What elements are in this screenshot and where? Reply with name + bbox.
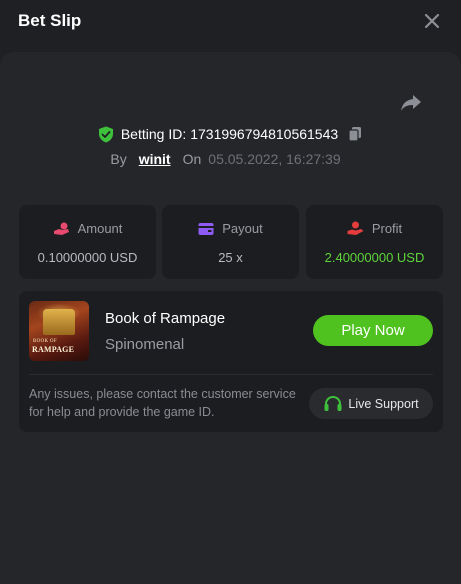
divider (29, 374, 433, 375)
book-image (43, 309, 75, 335)
game-card: BOOK OF RAMPAGE Book of Rampage Spinomen… (19, 291, 443, 432)
username-link[interactable]: winit (139, 151, 171, 167)
by-label: By (110, 151, 127, 167)
copy-button[interactable] (347, 126, 363, 142)
stat-value-profit: 2.40000000 USD (324, 250, 425, 265)
stat-label-amount: Amount (77, 221, 123, 236)
stat-card-profit: Profit 2.40000000 USD (306, 205, 443, 279)
close-button[interactable] (422, 11, 442, 31)
game-provider: Spinomenal (105, 336, 185, 353)
stat-value-amount: 0.10000000 USD (37, 250, 138, 265)
support-message: Any issues, please contact the customer … (29, 387, 296, 419)
wallet-icon (198, 222, 214, 235)
thumbnail-text-big: RAMPAGE (32, 345, 75, 354)
hand-money-icon (347, 221, 364, 235)
betting-id-label: Betting ID: (120, 126, 187, 142)
bet-datetime: 05.05.2022, 16:27:39 (208, 151, 341, 167)
on-label: On (182, 151, 202, 167)
shield-check-icon (98, 126, 113, 142)
stat-card-amount: Amount 0.10000000 USD (19, 205, 156, 279)
bet-meta-row: By winit On 05.05.2022, 16:27:39 (0, 149, 461, 169)
close-icon (424, 13, 440, 29)
stat-value-payout: 25 x (218, 250, 243, 265)
coin-hand-icon (53, 222, 69, 235)
headset-icon (324, 395, 342, 411)
stat-card-payout: Payout 25 x (162, 205, 299, 279)
share-icon (401, 95, 421, 111)
copy-icon (348, 127, 362, 142)
play-now-button[interactable]: Play Now (313, 315, 433, 346)
stat-label-payout: Payout (222, 221, 263, 236)
share-button[interactable] (399, 93, 423, 113)
betting-id-value: 1731996794810561543 (190, 126, 339, 142)
betting-id-row: Betting ID: 1731996794810561543 (0, 123, 461, 145)
game-thumbnail[interactable]: BOOK OF RAMPAGE (29, 301, 89, 361)
stat-label-profit: Profit (371, 221, 403, 236)
live-support-label: Live Support (348, 396, 419, 411)
live-support-button[interactable]: Live Support (309, 388, 433, 419)
page-title: Bet Slip (18, 11, 82, 30)
thumbnail-text-small: BOOK OF (33, 339, 57, 344)
header: Bet Slip (0, 0, 461, 48)
game-name: Book of Rampage (105, 310, 226, 327)
